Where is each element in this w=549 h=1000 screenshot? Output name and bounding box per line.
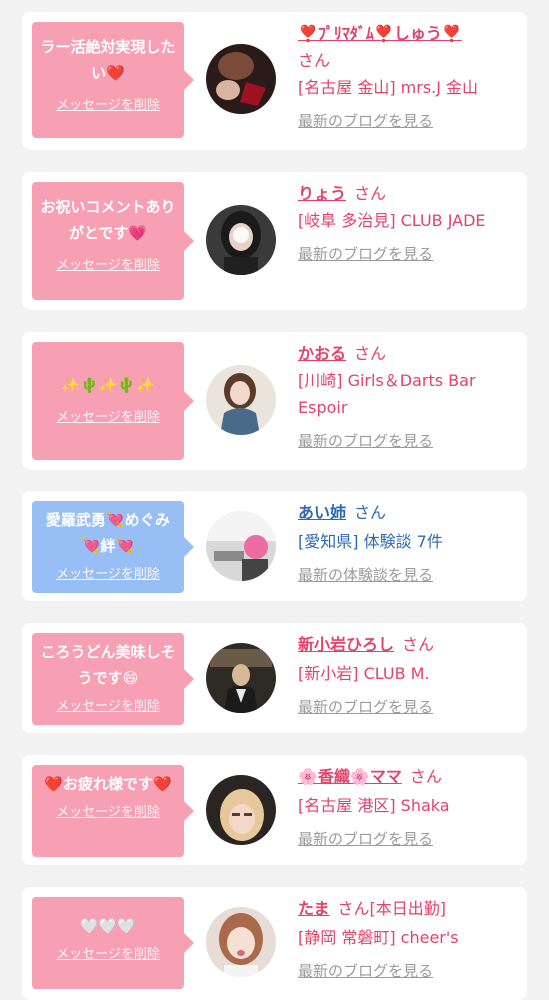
message-card: お祝いコメントありがとです💗 メッセージを削除 りょう さん [岐阜 多治見] C… — [22, 172, 527, 310]
sender-info: りょう さん [岐阜 多治見] CLUB JADE 最新のブログを見る — [298, 180, 518, 268]
delete-message-link[interactable]: メッセージを削除 — [56, 406, 160, 425]
message-text: お祝いコメントありがとです💗 — [40, 198, 176, 242]
avatar[interactable] — [206, 775, 276, 845]
avatar[interactable] — [206, 205, 276, 275]
honorific: さん — [354, 344, 387, 363]
message-bubble: ラー活絶対実現したい❤️ メッセージを削除 — [32, 22, 194, 138]
avatar[interactable] — [206, 365, 276, 435]
delete-message-link[interactable]: メッセージを削除 — [56, 94, 160, 113]
sender-location: [名古屋 港区] Shaka — [298, 796, 450, 815]
avatar-photo-icon — [206, 44, 276, 114]
latest-blog-link[interactable]: 最新のブログを見る — [298, 428, 433, 455]
sender-name-link[interactable]: ❣️ﾌﾟﾘﾏﾀﾞﾑ❣️しゅう❣️ — [298, 24, 462, 43]
delete-message-link[interactable]: メッセージを削除 — [56, 695, 160, 714]
message-bubble: ✨🌵✨🌵✨ メッセージを削除 — [32, 342, 194, 460]
sender-location: [岐阜 多治見] CLUB JADE — [298, 211, 486, 230]
message-card: ❤️お疲れ様です❤️ メッセージを削除 🌸香織🌸ママ さん [名古屋 港区] Sh… — [22, 755, 527, 865]
message-card: 愛羅武勇💘めぐみ💘絆💘 メッセージを削除 あい姉 さん [愛知県] 体験談 7件 … — [22, 491, 527, 601]
latest-blog-link[interactable]: 最新のブログを見る — [298, 694, 433, 721]
sender-info: ❣️ﾌﾟﾘﾏﾀﾞﾑ❣️しゅう❣️ さん [名古屋 金山] mrs.J 金山 最新… — [298, 20, 518, 135]
latest-blog-link[interactable]: 最新のブログを見る — [298, 958, 433, 985]
sender-name-link[interactable]: かおる — [298, 344, 346, 363]
honorific: さん — [409, 767, 442, 786]
sender-name-link[interactable]: 🌸香織🌸ママ — [298, 767, 402, 786]
honorific: さん — [402, 635, 435, 654]
message-bubble: 愛羅武勇💘めぐみ💘絆💘 メッセージを削除 — [32, 501, 194, 593]
avatar-photo-icon — [206, 907, 276, 977]
message-bubble: 🤍🤍🤍 メッセージを削除 — [32, 897, 194, 989]
honorific: さん[本日出勤] — [337, 899, 447, 918]
sender-info: 🌸香織🌸ママ さん [名古屋 港区] Shaka 最新のブログを見る — [298, 763, 518, 853]
avatar[interactable] — [206, 44, 276, 114]
honorific: さん — [298, 51, 331, 70]
latest-blog-link[interactable]: 最新のブログを見る — [298, 241, 433, 268]
message-bubble: ころうどん美味しそうです😄 メッセージを削除 — [32, 633, 194, 725]
sender-info: 新小岩ひろし さん [新小岩] CLUB M. 最新のブログを見る — [298, 631, 518, 721]
honorific: さん — [354, 184, 387, 203]
delete-message-link[interactable]: メッセージを削除 — [56, 254, 160, 273]
sender-info: かおる さん [川崎] Girls＆Darts Bar Espoir 最新のブログ… — [298, 340, 518, 455]
message-card: ✨🌵✨🌵✨ メッセージを削除 かおる さん [川崎] Girls＆Darts Ba… — [22, 332, 527, 470]
sender-name-link[interactable]: あい姉 — [298, 503, 346, 522]
sender-location: [新小岩] CLUB M. — [298, 664, 430, 683]
sender-info: たま さん[本日出勤] [静岡 常磐町] cheer's 最新のブログを見る — [298, 895, 518, 985]
message-bubble: ❤️お疲れ様です❤️ メッセージを削除 — [32, 765, 194, 857]
honorific: さん — [354, 503, 387, 522]
message-card: 🤍🤍🤍 メッセージを削除 たま さん[本日出勤] [静岡 常磐町] cheer's… — [22, 887, 527, 1000]
avatar-photo-icon — [206, 775, 276, 845]
avatar-photo-icon — [206, 511, 276, 581]
avatar[interactable] — [206, 643, 276, 713]
message-text: ころうどん美味しそうです😄 — [40, 643, 176, 687]
avatar-photo-icon — [206, 205, 276, 275]
message-text: ✨🌵✨🌵✨ — [61, 376, 155, 394]
sender-name-link[interactable]: 新小岩ひろし — [298, 635, 394, 654]
latest-review-link[interactable]: 最新の体験談を見る — [298, 562, 433, 589]
avatar-photo-icon — [206, 643, 276, 713]
message-card: ラー活絶対実現したい❤️ メッセージを削除 ❣️ﾌﾟﾘﾏﾀﾞﾑ❣️しゅう❣️ さ… — [22, 12, 527, 150]
message-text: ❤️お疲れ様です❤️ — [44, 775, 172, 793]
avatar-photo-icon — [206, 365, 276, 435]
avatar[interactable] — [206, 511, 276, 581]
sender-info: あい姉 さん [愛知県] 体験談 7件 最新の体験談を見る — [298, 499, 518, 589]
latest-blog-link[interactable]: 最新のブログを見る — [298, 108, 433, 135]
delete-message-link[interactable]: メッセージを削除 — [56, 801, 160, 820]
sender-name-link[interactable]: りょう — [298, 184, 346, 203]
sender-location: [愛知県] 体験談 7件 — [298, 532, 443, 551]
avatar[interactable] — [206, 907, 276, 977]
sender-location: [名古屋 金山] mrs.J 金山 — [298, 78, 479, 97]
message-bubble: お祝いコメントありがとです💗 メッセージを削除 — [32, 182, 194, 300]
delete-message-link[interactable]: メッセージを削除 — [56, 943, 160, 962]
message-text: 🤍🤍🤍 — [79, 917, 137, 935]
sender-location: [川崎] Girls＆Darts Bar Espoir — [298, 371, 476, 417]
latest-blog-link[interactable]: 最新のブログを見る — [298, 826, 433, 853]
message-text: ラー活絶対実現したい❤️ — [40, 38, 176, 82]
delete-message-link[interactable]: メッセージを削除 — [56, 563, 160, 582]
message-text: 愛羅武勇💘めぐみ💘絆💘 — [45, 511, 171, 555]
message-card: ころうどん美味しそうです😄 メッセージを削除 新小岩ひろし さん [新小岩] CL… — [22, 623, 527, 733]
sender-location: [静岡 常磐町] cheer's — [298, 928, 459, 947]
sender-name-link[interactable]: たま — [298, 899, 330, 918]
